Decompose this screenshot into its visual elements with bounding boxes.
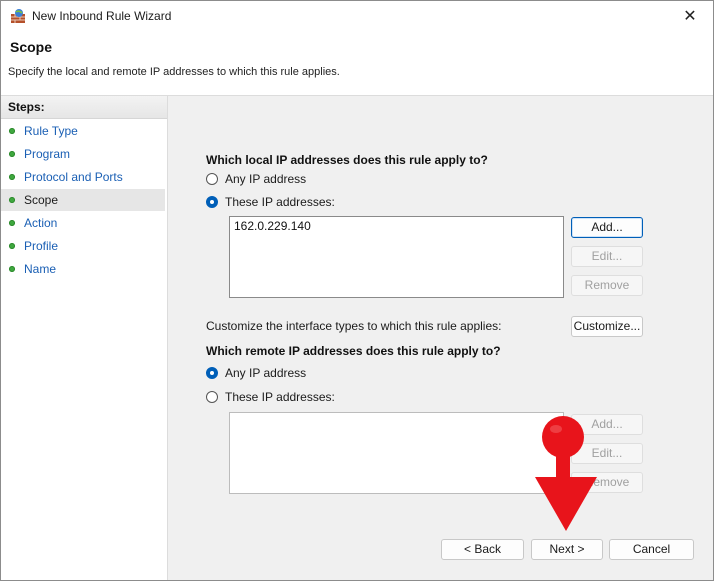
customize-button[interactable]: Customize... <box>571 316 643 337</box>
wizard-window: New Inbound Rule Wizard ✕ Scope Specify … <box>0 0 714 581</box>
step-label: Protocol and Ports <box>24 170 123 184</box>
step-status-icon <box>9 151 15 157</box>
remote-these-ip-option[interactable]: These IP addresses: <box>206 389 335 405</box>
local-any-ip-option[interactable]: Any IP address <box>206 171 306 187</box>
local-ip-list[interactable]: 162.0.229.140 <box>229 216 564 298</box>
step-profile[interactable]: Profile <box>1 235 165 257</box>
window-title: New Inbound Rule Wizard <box>32 9 172 23</box>
scope-content: Which local IP addresses does this rule … <box>168 96 713 580</box>
remote-any-ip-label: Any IP address <box>225 366 307 380</box>
page-description: Specify the local and remote IP addresse… <box>8 66 340 78</box>
cancel-button[interactable]: Cancel <box>609 539 694 560</box>
step-status-icon <box>9 220 15 226</box>
back-button[interactable]: < Back <box>441 539 524 560</box>
step-label: Program <box>24 147 71 161</box>
remote-any-ip-radio[interactable] <box>206 367 218 379</box>
steps-header: Steps: <box>1 96 167 119</box>
step-label: Rule Type <box>24 124 78 138</box>
step-label: Profile <box>24 239 59 253</box>
local-these-ip-option[interactable]: These IP addresses: <box>206 194 335 210</box>
step-protocol-and-ports[interactable]: Protocol and Ports <box>1 166 165 188</box>
step-scope[interactable]: Scope <box>1 189 165 211</box>
page-title: Scope <box>10 39 53 55</box>
step-label: Name <box>24 262 57 276</box>
remote-these-ip-radio[interactable] <box>206 391 218 403</box>
title-bar: New Inbound Rule Wizard ✕ <box>1 1 713 31</box>
step-status-icon <box>9 243 15 249</box>
step-rule-type[interactable]: Rule Type <box>1 120 165 142</box>
list-item[interactable]: 162.0.229.140 <box>234 219 311 233</box>
close-icon: ✕ <box>683 8 697 25</box>
local-edit-button[interactable]: Edit... <box>571 246 643 267</box>
step-action[interactable]: Action <box>1 212 165 234</box>
pointer-arrow-icon <box>535 416 597 531</box>
steps-panel: Steps: Rule Type Program Protocol and Po… <box>1 96 168 580</box>
step-status-icon <box>9 266 15 272</box>
remote-ip-question: Which remote IP addresses does this rule… <box>206 344 501 358</box>
step-status-icon <box>9 128 15 134</box>
step-name[interactable]: Name <box>1 258 165 280</box>
step-status-icon <box>9 174 15 180</box>
next-button[interactable]: Next > <box>531 539 603 560</box>
interface-types-text: Customize the interface types to which t… <box>206 319 502 333</box>
local-any-ip-label: Any IP address <box>225 172 307 186</box>
local-add-button[interactable]: Add... <box>571 217 643 238</box>
step-label: Action <box>24 216 58 230</box>
steps-heading: Steps: <box>8 100 45 114</box>
close-button[interactable]: ✕ <box>667 1 713 31</box>
step-program[interactable]: Program <box>1 143 165 165</box>
local-these-ip-radio[interactable] <box>206 196 218 208</box>
step-label: Scope <box>24 193 59 207</box>
remote-any-ip-option[interactable]: Any IP address <box>206 365 306 381</box>
local-any-ip-radio[interactable] <box>206 173 218 185</box>
firewall-icon <box>11 9 25 23</box>
local-ip-question: Which local IP addresses does this rule … <box>206 153 488 167</box>
local-remove-button[interactable]: Remove <box>571 275 643 296</box>
local-these-ip-label: These IP addresses: <box>225 195 335 209</box>
step-status-icon <box>9 197 15 203</box>
remote-ip-list <box>229 412 564 494</box>
remote-these-ip-label: These IP addresses: <box>225 390 335 404</box>
